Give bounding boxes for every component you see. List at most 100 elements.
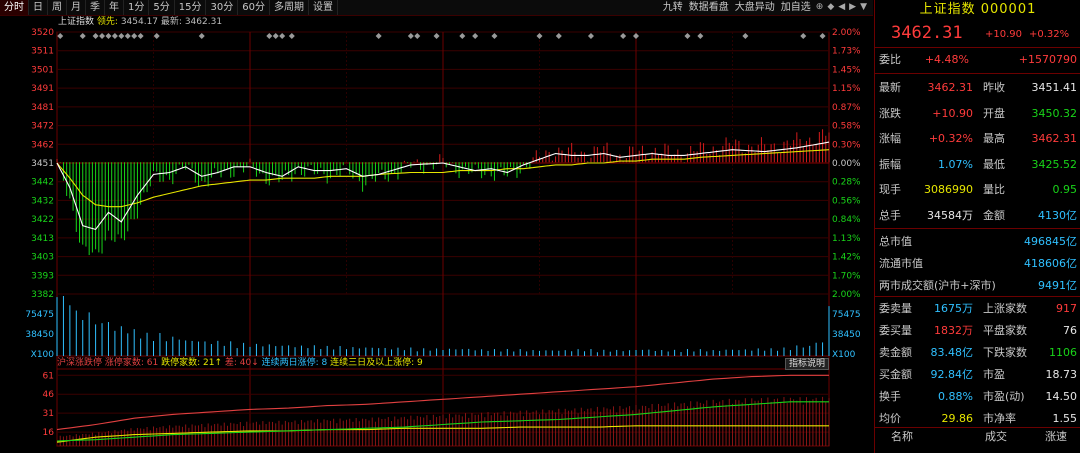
row-label: 振幅 <box>879 157 901 171</box>
limit-up-count: 涨停家数: 61 <box>104 358 159 368</box>
y-tick-right: 1.13% <box>832 234 861 244</box>
volume-tick-left: X100 <box>31 350 55 360</box>
y-tick-left: 3451 <box>31 159 54 169</box>
y-tick-left: 3393 <box>31 271 54 281</box>
row-value: 1675万 <box>934 302 973 315</box>
row-label-2: 平盘家数 <box>983 324 1027 337</box>
quote-row: 两市成交额(沪市+深市) 9491亿 <box>875 274 1080 297</box>
row-label-2: 市盈(动) <box>983 390 1025 403</box>
col-volume-header[interactable]: 成交 <box>985 427 1007 447</box>
quote-row: 涨幅 +0.32% 最高 3462.31 <box>875 127 1080 150</box>
event-marker-icon <box>279 33 286 39</box>
two-day-limit: 连续两日涨停: 8 <box>261 358 328 368</box>
quote-row: 涨跌 +10.90 开盘 3450.32 <box>875 102 1080 125</box>
event-marker-icon <box>92 33 99 39</box>
row-value-2: 3425.52 <box>1031 157 1078 171</box>
event-marker-icon <box>620 33 627 39</box>
row-label: 卖金额 <box>879 346 912 359</box>
quote-row: 委买量 1832万 平盘家数 76 <box>875 319 1080 342</box>
event-marker-icon <box>633 33 639 39</box>
divider <box>875 228 1080 229</box>
row-value: 496845亿 <box>1024 235 1077 248</box>
y-tick-right: 0.87% <box>832 103 861 113</box>
indicator-help-button[interactable]: 指标说明 <box>784 358 829 370</box>
row-label: 涨幅 <box>879 132 901 145</box>
row-value: 0.88% <box>938 390 973 403</box>
webi-diff: +1570790 <box>1018 53 1077 66</box>
event-marker-icon <box>433 33 440 39</box>
list-header: 名称 成交 涨速 <box>875 427 1080 453</box>
sub-tick-left: 46 <box>43 390 55 400</box>
y-tick-left: 3501 <box>31 65 54 75</box>
row-label-2: 市盈 <box>983 368 1005 381</box>
row-value: +10.90 <box>932 106 973 120</box>
event-marker-icon <box>697 33 704 39</box>
volume-tick-right: 38450 <box>832 330 861 340</box>
y-tick-left: 3462 <box>31 140 54 150</box>
event-marker-icon <box>536 33 543 39</box>
row-value: 83.48亿 <box>930 346 974 359</box>
panel-title: 上证指数 000001 <box>919 2 1037 17</box>
row-value: 3086990 <box>924 183 973 196</box>
event-marker-icon <box>99 33 106 39</box>
y-tick-left: 3382 <box>31 290 54 300</box>
col-name-header[interactable]: 名称 <box>891 427 913 447</box>
y-tick-left: 3422 <box>31 215 54 225</box>
row-value-2: 917 <box>1056 302 1077 315</box>
event-marker-icon <box>491 33 498 39</box>
y-tick-right: 0.00% <box>832 159 861 169</box>
event-marker-icon <box>272 33 279 39</box>
three-day-limit: 连续三日及以上涨停: 9 <box>330 358 423 368</box>
row-value: 418606亿 <box>1024 257 1077 270</box>
quote-row: 现手 3086990 量比 0.95 <box>875 178 1080 201</box>
y-tick-right: 0.28% <box>832 178 861 188</box>
event-marker-icon <box>555 33 562 39</box>
event-marker-icon <box>587 33 594 39</box>
quote-row: 买金额 92.84亿 市盈 18.73 <box>875 363 1080 386</box>
current-price: 3462.31 <box>891 23 963 43</box>
event-marker-icon <box>124 33 131 39</box>
intraday-chart[interactable]: 3520 2.00% 3511 1.73% 3501 1.45% 3491 1.15% 3481… <box>0 0 873 453</box>
quote-row: 总手 34584万 金额 4130亿 <box>875 204 1080 227</box>
y-tick-right: 0.84% <box>832 215 861 225</box>
row-value-2: 3450.32 <box>1031 106 1078 120</box>
row-value-2: 3451.41 <box>1031 81 1078 94</box>
y-tick-left: 3413 <box>31 234 54 244</box>
row-label-2: 下跌家数 <box>983 346 1027 359</box>
row-label: 委卖量 <box>879 302 912 315</box>
row-label: 换手 <box>879 390 901 403</box>
col-speed-header[interactable]: 涨速 <box>1045 427 1067 447</box>
quote-panel: 上证指数 000001 3462.31 +10.90 +0.32% 委比 +4.… <box>874 0 1080 453</box>
row-label-2: 金额 <box>983 208 1005 222</box>
row-value: 1832万 <box>934 324 973 337</box>
quote-row: 流通市值 418606亿 <box>875 252 1080 275</box>
row-value-2: 0.95 <box>1052 183 1078 196</box>
row-label: 涨跌 <box>879 106 901 120</box>
y-tick-right: 1.73% <box>832 47 861 57</box>
event-marker-icon <box>819 33 826 39</box>
quote-row: 卖金额 83.48亿 下跌家数 1106 <box>875 341 1080 364</box>
event-marker-icon <box>118 33 125 39</box>
event-marker-icon <box>684 33 691 39</box>
webi-pct: +4.48% <box>924 53 969 66</box>
row-label: 总市值 <box>879 235 912 248</box>
quote-row: 总市值 496845亿 <box>875 230 1080 253</box>
row-value: 3462.31 <box>927 81 974 94</box>
row-value: +0.32% <box>928 132 973 145</box>
row-value-2: 18.73 <box>1045 368 1078 381</box>
event-marker-icon <box>472 33 479 39</box>
row-label: 流通市值 <box>879 257 923 270</box>
event-marker-icon <box>105 33 112 39</box>
webi-row: 委比 +4.48% +1570790 <box>875 48 1080 71</box>
sub-tick-left: 31 <box>43 409 54 419</box>
divider <box>875 73 1080 74</box>
limit-title: 沪深涨跌停 <box>57 358 103 368</box>
quote-row: 最新 3462.31 昨收 3451.41 <box>875 76 1080 99</box>
event-marker-icon <box>79 33 86 39</box>
event-marker-icon <box>375 33 382 39</box>
row-label-2: 昨收 <box>983 81 1005 94</box>
y-tick-right: 0.58% <box>832 122 861 132</box>
row-label: 总手 <box>879 208 901 222</box>
row-value: 92.84亿 <box>930 368 974 381</box>
y-tick-left: 3403 <box>31 253 54 263</box>
